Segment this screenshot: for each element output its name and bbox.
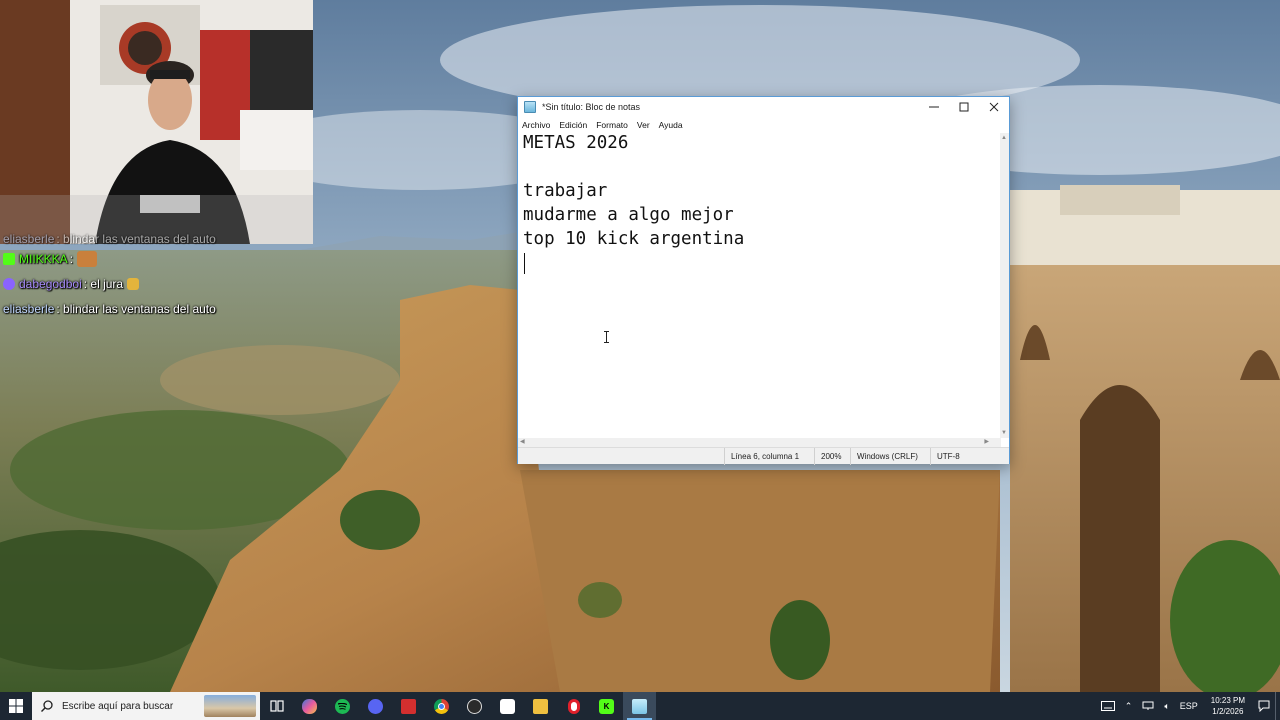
status-bar: Línea 6, columna 1 200% Windows (CRLF) U… [518,447,1009,465]
text-editor[interactable]: METAS 2026 trabajar mudarme a algo mejor… [518,133,1001,438]
copilot-icon [302,698,317,714]
scroll-down-icon[interactable]: ▼ [1001,430,1007,436]
scroll-right-icon[interactable]: ▶ [984,438,989,445]
volume-icon[interactable]: 🔈︎ [1159,692,1174,720]
horizontal-scrollbar[interactable]: ◀ ▶ [518,438,1001,447]
task-view-icon [269,700,284,712]
close-icon [989,102,999,112]
windows-logo-icon [9,699,23,713]
spotify-icon [335,698,350,714]
emote-icon [77,250,98,267]
chrome-button[interactable] [425,692,458,720]
show-desktop-button[interactable] [1275,692,1280,720]
menu-bar: Archivo Edición Formato Ver Ayuda [518,117,1009,133]
zoom-level: 200% [814,447,850,465]
text-caret [524,253,525,274]
taskbar: Escribe aquí para buscar K ⌃ 🔈︎ ESP 10:2… [0,692,1280,720]
obs-button[interactable] [458,692,491,720]
emote-icon [127,277,140,290]
notepad-window[interactable]: *Sin título: Bloc de notas Archivo Edici… [517,96,1010,465]
ibeam-cursor-icon [604,331,609,343]
cursor-position: Línea 6, columna 1 [724,447,814,465]
menu-ver[interactable]: Ver [637,120,650,130]
opera-icon [567,698,580,714]
clock[interactable]: 10:23 PM 1/2/2026 [1203,695,1253,717]
chat-message: dabegodboi : el jura [3,271,303,296]
maximize-button[interactable] [949,97,979,117]
spotify-button[interactable] [326,692,359,720]
chrome-icon [434,698,449,714]
close-button[interactable] [979,97,1009,117]
task-view-button[interactable] [260,692,293,720]
chat-message: eliasberle : blindar las ventanas del au… [3,301,216,316]
line-endings: Windows (CRLF) [850,447,930,465]
editor-line: top 10 kick argentina [523,229,745,249]
start-button[interactable] [0,692,32,720]
kick-icon: K [599,698,614,714]
network-icon[interactable] [1137,692,1159,720]
capcut-button[interactable] [491,692,524,720]
notepad-icon [524,101,536,113]
search-icon [32,700,62,712]
taskbar-search[interactable]: Escribe aquí para buscar [32,692,260,720]
copilot-button[interactable] [293,692,326,720]
stream-chat: eliasberle : blindar las ventanas del au… [3,232,303,321]
system-tray: ⌃ 🔈︎ ESP 10:23 PM 1/2/2026 [1096,692,1280,720]
clock-date: 1/2/2026 [1212,707,1244,716]
minimize-button[interactable] [919,97,949,117]
stream-app-button[interactable] [392,692,425,720]
chevron-up-icon[interactable]: ⌃ [1120,692,1138,720]
title-bar[interactable]: *Sin título: Bloc de notas [518,97,1009,117]
stream-app-icon [401,698,416,714]
search-highlight-image [204,695,256,717]
menu-archivo[interactable]: Archivo [522,120,550,130]
scroll-left-icon[interactable]: ◀ [520,438,525,445]
discord-button[interactable] [359,692,392,720]
chat-text: blindar las ventanas del auto [63,232,216,246]
file-explorer-button[interactable] [524,692,557,720]
menu-edicion[interactable]: Edición [559,120,587,130]
chat-username: MIIKKKA [19,251,68,266]
chat-username: dabegodboi [19,276,82,291]
kick-button[interactable]: K [590,692,623,720]
scroll-up-icon[interactable]: ▲ [1001,135,1007,141]
capcut-icon [500,698,515,714]
keyboard-icon[interactable] [1096,692,1120,720]
notepad-icon [632,698,647,714]
search-placeholder: Escribe aquí para buscar [62,700,174,712]
notepad-taskbar-button[interactable] [623,692,656,720]
chat-username: eliasberle [3,301,55,316]
chat-message: MIIKKKA : [3,246,303,271]
maximize-icon [959,102,969,112]
minimize-icon [929,106,939,108]
chat-message: eliasberle : blindar las ventanas del au… [3,232,216,246]
webcam-overlay [0,0,313,244]
chat-username: eliasberle [3,232,55,246]
subscriber-badge-icon [3,277,15,290]
menu-ayuda[interactable]: Ayuda [659,120,683,130]
window-title: *Sin título: Bloc de notas [542,102,641,112]
clock-time: 10:23 PM [1210,696,1245,705]
menu-formato[interactable]: Formato [596,120,628,130]
obs-icon [467,698,482,714]
editor-line: METAS 2026 [523,133,629,153]
chat-text: blindar las ventanas del auto [63,301,216,316]
kick-badge-icon [3,252,15,265]
opera-button[interactable] [557,692,590,720]
vertical-scrollbar[interactable]: ▲ ▼ [1000,133,1009,438]
encoding: UTF-8 [930,447,1009,465]
notifications-icon[interactable] [1253,692,1275,720]
discord-icon [368,698,383,714]
language-indicator[interactable]: ESP [1175,692,1203,720]
folder-icon [533,698,548,714]
chat-text: el jura [90,276,124,291]
editor-line: mudarme a algo mejor [523,205,734,225]
editor-line: trabajar [523,181,608,201]
